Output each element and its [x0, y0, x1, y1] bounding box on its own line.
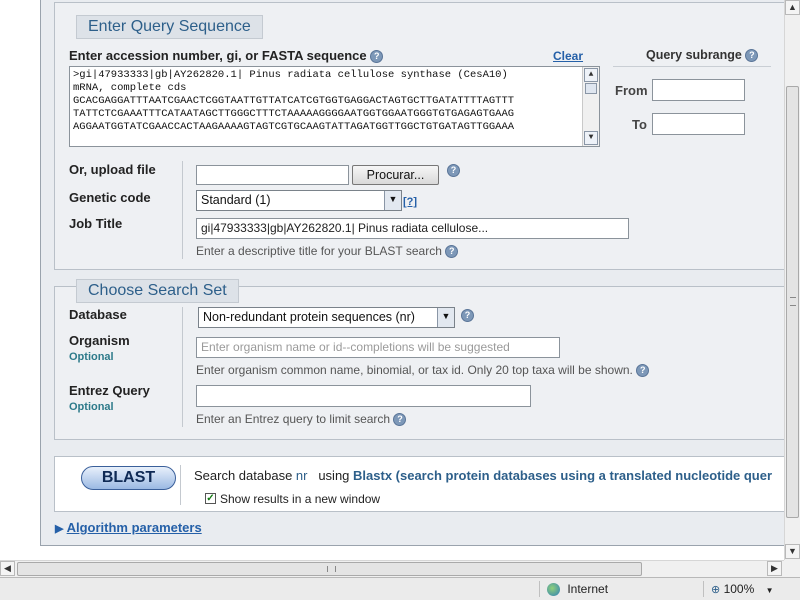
zoom-icon: ⊕ [711, 584, 721, 596]
scroll-down-icon[interactable]: ▼ [785, 544, 800, 559]
scroll-up-icon[interactable]: ▲ [584, 68, 598, 82]
browser-viewport: Enter Query Sequence Enter accession num… [0, 0, 784, 560]
blast-submit-bar: BLAST Search database nr using Blastx (s… [54, 456, 784, 512]
blast-search-summary: Search database nr using Blastx (search … [194, 468, 784, 483]
globe-icon [547, 583, 560, 597]
job-title-input[interactable]: gi|47933333|gb|AY262820.1| Pinus radiata… [196, 218, 629, 239]
job-title-help-text: Enter a descriptive title for your BLAST… [196, 244, 442, 258]
window-vertical-scrollbar[interactable]: ▲ ▼ [784, 0, 800, 560]
entrez-help-text: Enter an Entrez query to limit search [196, 412, 391, 426]
from-label: From [615, 83, 648, 98]
entrez-help: Enter an Entrez query to limit search ? [196, 412, 407, 427]
textarea-scrollbar[interactable]: ▲ ▼ [582, 67, 599, 146]
help-circle-icon[interactable]: ? [745, 49, 759, 63]
sequence-text: >gi|47933333|gb|AY262820.1| Pinus radiat… [73, 69, 581, 134]
genetic-code-select[interactable]: Standard (1) ▼ [196, 190, 402, 211]
search-set-panel: Choose Search Set Database Non-redundant… [54, 279, 784, 440]
sequence-input-label: Enter accession number, gi, or FASTA seq… [69, 48, 384, 64]
upload-file-input[interactable] [196, 165, 349, 185]
program-text: Blastx (search protein databases using a… [353, 468, 773, 483]
genetic-code-help-link[interactable]: [?] [403, 196, 417, 208]
query-panel-title: Enter Query Sequence [76, 15, 263, 39]
scroll-thumb[interactable] [585, 83, 597, 94]
entrez-query-label: Entrez Query [69, 383, 150, 398]
scroll-down-icon[interactable]: ▼ [584, 131, 598, 145]
chevron-down-icon[interactable]: ▼ [437, 308, 454, 327]
scroll-up-icon[interactable]: ▲ [785, 0, 800, 15]
horizontal-scroll-thumb[interactable] [17, 562, 642, 576]
entrez-optional: Optional [69, 401, 114, 413]
scroll-left-icon[interactable]: ◀ [0, 561, 15, 576]
new-window-label: Show results in a new window [220, 492, 381, 506]
scroll-right-icon[interactable]: ▶ [767, 561, 782, 576]
subrange-title-text: Query subrange [646, 48, 742, 62]
help-circle-icon[interactable]: ? [445, 245, 459, 259]
organism-input[interactable]: Enter organism name or id--completions w… [196, 337, 560, 358]
window-horizontal-scrollbar[interactable]: ◀ ▶ [0, 560, 784, 577]
help-circle-icon[interactable]: ? [370, 50, 384, 64]
database-label: Database [69, 307, 127, 322]
sequence-line: AGGAATGGTATCGAACCACTAAGAAAAGTAGTCGTGCAAG… [73, 121, 515, 133]
vertical-scroll-thumb[interactable] [786, 86, 799, 518]
label-separator [182, 161, 183, 259]
label-separator [182, 307, 183, 427]
database-select[interactable]: Non-redundant protein sequences (nr) ▼ [198, 307, 455, 328]
chevron-down-icon[interactable]: ▼ [384, 191, 401, 210]
new-window-checkbox[interactable]: ✓ [205, 493, 216, 504]
using-text: using [318, 468, 350, 483]
blast-button[interactable]: BLAST [81, 466, 176, 490]
zoom-control[interactable]: ⊕ 100% ▼ [711, 582, 774, 596]
blast-separator [180, 465, 181, 505]
query-sequence-panel: Enter Query Sequence Enter accession num… [54, 2, 784, 270]
sequence-line: TATTCTCGAAATTTCATAATAGCTTGGGCTTTCTAAAAAG… [73, 108, 515, 120]
upload-file-label: Or, upload file [69, 162, 156, 177]
to-input[interactable] [652, 113, 745, 135]
genetic-code-label: Genetic code [69, 190, 151, 205]
search-prefix: Search database [194, 468, 293, 483]
security-zone[interactable]: Internet [547, 582, 609, 597]
blast-form-container: Enter Query Sequence Enter accession num… [40, 0, 784, 546]
query-subrange-title: Query subrange ? [646, 48, 759, 63]
subrange-divider [613, 66, 771, 67]
grip-icon [790, 297, 796, 306]
to-label: To [632, 117, 647, 132]
sequence-line: mRNA, complete cds [73, 82, 187, 94]
genetic-code-value: Standard (1) [201, 193, 271, 207]
scrollbar-corner [784, 560, 800, 577]
help-circle-icon[interactable]: ? [461, 309, 474, 322]
sequence-input-label-text: Enter accession number, gi, or FASTA seq… [69, 48, 367, 63]
organism-help: Enter organism common name, binomial, or… [196, 363, 650, 378]
algorithm-parameters-toggle[interactable]: ▶ Algorithm parameters [55, 520, 202, 535]
status-separator [539, 581, 540, 597]
grip-icon [327, 566, 336, 572]
search-set-title: Choose Search Set [76, 279, 239, 303]
help-circle-icon[interactable]: ? [636, 364, 650, 378]
organism-label: Organism [69, 333, 130, 348]
browse-button[interactable]: Procurar... [352, 165, 439, 185]
database-value: Non-redundant protein sequences (nr) [203, 310, 415, 324]
algorithm-parameters-link[interactable]: Algorithm parameters [67, 520, 202, 535]
clear-link[interactable]: Clear [553, 49, 583, 63]
entrez-query-input[interactable] [196, 385, 531, 407]
sequence-textarea[interactable]: >gi|47933333|gb|AY262820.1| Pinus radiat… [69, 66, 600, 147]
organism-optional: Optional [69, 351, 114, 363]
triangle-right-icon: ▶ [55, 523, 64, 535]
status-separator [703, 581, 704, 597]
sequence-line: >gi|47933333|gb|AY262820.1| Pinus radiat… [73, 69, 508, 81]
chevron-down-icon: ▼ [765, 586, 774, 595]
help-circle-icon[interactable]: ? [393, 413, 407, 427]
database-short: nr [295, 468, 308, 483]
browser-status-bar: Internet ⊕ 100% ▼ [0, 577, 800, 600]
zone-text: Internet [567, 582, 609, 596]
job-title-label: Job Title [69, 216, 123, 231]
organism-help-text: Enter organism common name, binomial, or… [196, 363, 633, 377]
from-input[interactable] [652, 79, 745, 101]
job-title-help: Enter a descriptive title for your BLAST… [196, 244, 459, 259]
zoom-level: 100% [723, 582, 755, 596]
sequence-line: GCACGAGGATTTAATCGAACTCGGTAATTGTTATCATCGT… [73, 95, 515, 107]
help-circle-icon[interactable]: ? [447, 164, 460, 177]
